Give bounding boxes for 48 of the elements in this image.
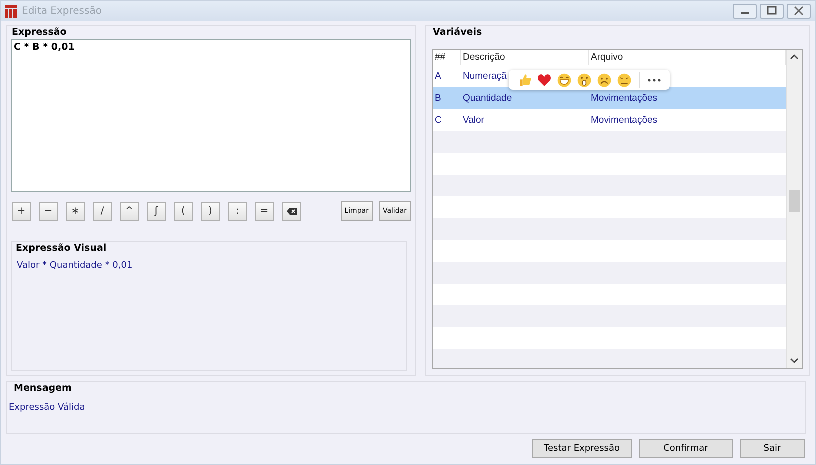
window-title: Edita Expressão: [22, 6, 102, 16]
surprised-face-icon[interactable]: [577, 72, 592, 88]
operator-button[interactable]: +: [12, 202, 31, 220]
table-row[interactable]: B Quantidade Movimentações: [433, 87, 786, 109]
grinning-face-icon[interactable]: [557, 72, 572, 88]
operator-button[interactable]: ʃ: [147, 202, 166, 220]
close-button[interactable]: [787, 4, 811, 18]
operator-button[interactable]: :: [228, 202, 247, 220]
operator-button[interactable]: ): [201, 202, 220, 220]
frowning-face-icon[interactable]: [617, 72, 632, 88]
table-row[interactable]: C Valor Movimentações: [433, 109, 786, 131]
sad-face-icon[interactable]: [597, 72, 612, 88]
table-cell: B: [435, 92, 442, 104]
close-icon: [793, 6, 805, 16]
dialog-button[interactable]: Sair: [740, 439, 805, 458]
minimize-button[interactable]: [733, 4, 757, 18]
heart-icon[interactable]: [537, 72, 552, 88]
expression-field[interactable]: C * B * 0,01: [11, 39, 411, 192]
backspace-button[interactable]: [282, 202, 301, 220]
operator-button[interactable]: /: [93, 202, 112, 220]
column-header[interactable]: ##: [433, 50, 461, 65]
panel-title: Expressão Visual: [15, 242, 108, 255]
visual-expression-text: Valor * Quantidade * 0,01: [16, 260, 134, 273]
operator-button[interactable]: ^: [120, 202, 139, 220]
dialog-button[interactable]: Confirmar: [639, 439, 733, 458]
operator-button[interactable]: ∗: [66, 202, 85, 220]
table-cell: C: [435, 114, 442, 126]
table-cell: Movimentações: [591, 114, 658, 126]
app-logo-icon: [5, 4, 17, 18]
panel-title: Mensagem: [13, 382, 73, 395]
table-cell: Quantidade: [463, 92, 512, 104]
operator-button[interactable]: =: [255, 202, 274, 220]
column-header[interactable]: Descrição: [461, 50, 589, 65]
operator-button[interactable]: −: [39, 202, 58, 220]
maximize-icon: [766, 6, 778, 16]
scrollbar[interactable]: [786, 50, 802, 368]
operator-button[interactable]: (: [174, 202, 193, 220]
panel-title: Variáveis: [432, 26, 484, 39]
backspace-icon: [286, 208, 296, 214]
table-cell: Valor: [463, 114, 484, 126]
dialog-button[interactable]: Testar Expressão: [532, 439, 632, 458]
table-cell: A: [435, 70, 442, 82]
scroll-thumb[interactable]: [789, 190, 800, 212]
table-cell: Numeraçã: [463, 70, 507, 82]
maximize-button[interactable]: [760, 4, 784, 18]
table-cell: Movimentações: [591, 92, 658, 104]
panel-title: Expressão: [11, 26, 68, 39]
message-text: Expressão Válida: [8, 402, 86, 415]
